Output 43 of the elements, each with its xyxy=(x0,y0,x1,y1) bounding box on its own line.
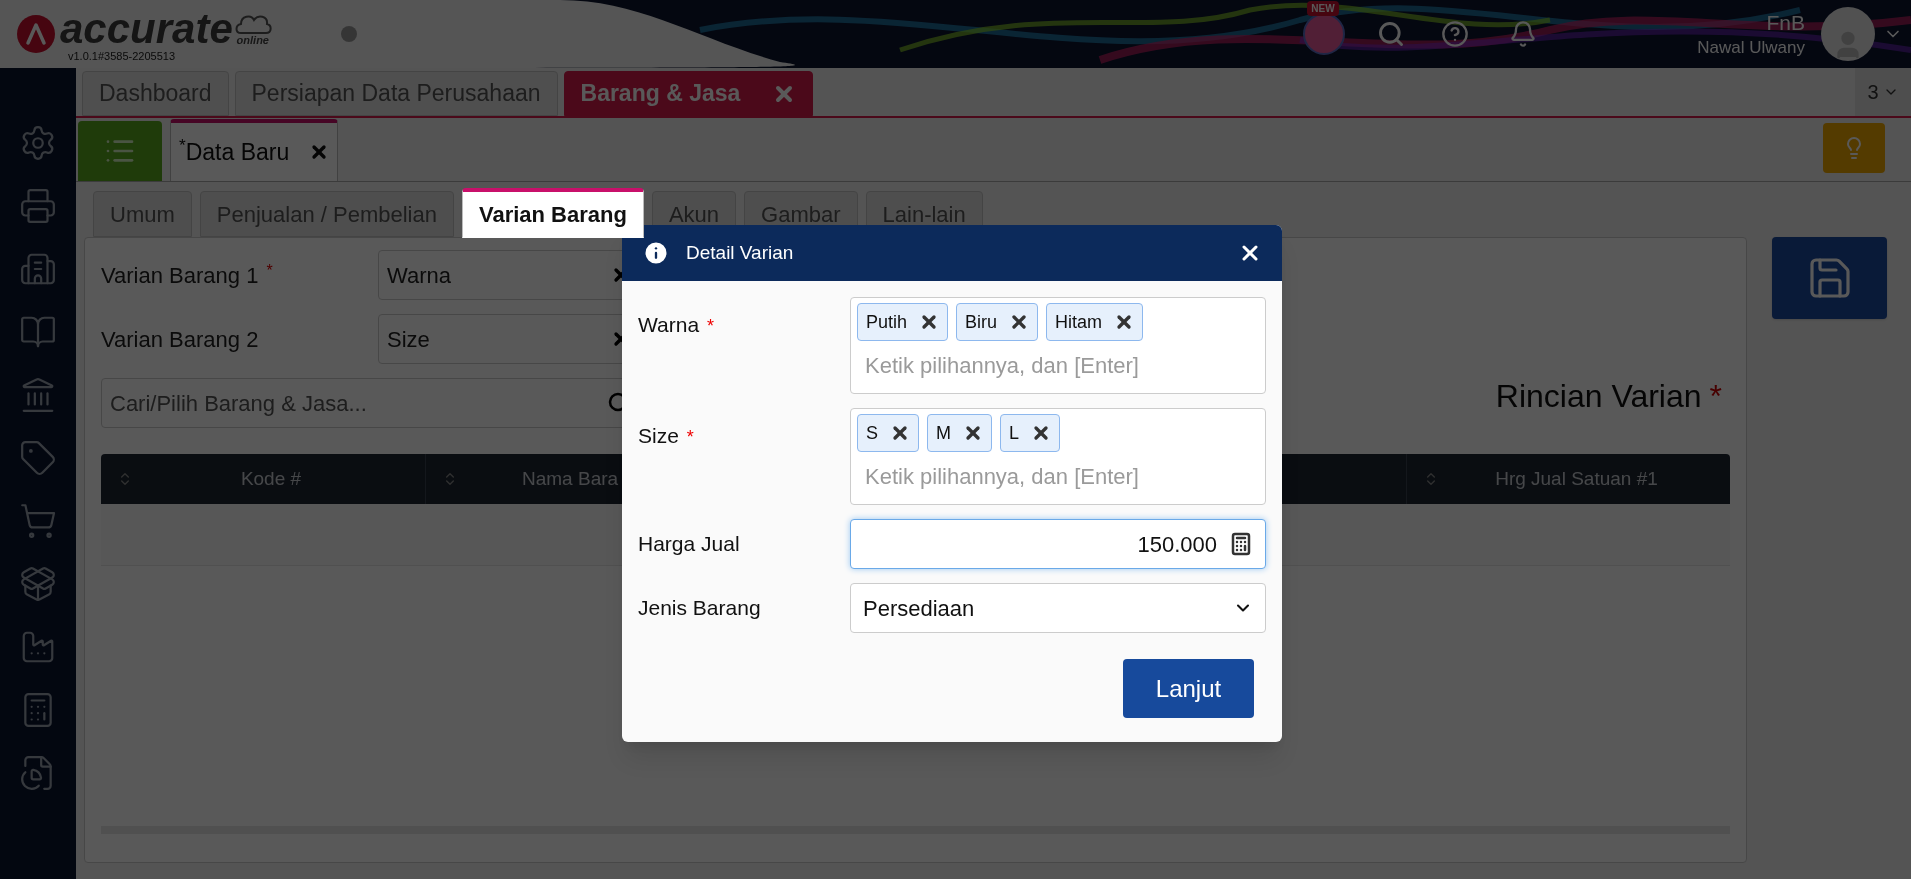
printer-icon[interactable] xyxy=(19,187,57,225)
continue-button[interactable]: Lanjut xyxy=(1123,659,1254,718)
logo-icon xyxy=(16,14,56,54)
logo-text: accurate xyxy=(60,6,233,51)
tab-count-dropdown[interactable]: 3 xyxy=(1855,68,1911,116)
field-label: Size * xyxy=(638,424,694,447)
field-label: Warna * xyxy=(638,313,715,336)
section-title: Rincian Varian * xyxy=(1495,377,1722,416)
tag-input-field[interactable]: Putih Biru Hitam Ketik pilihannya, dan [Enter] xyxy=(850,297,1266,394)
document-tab[interactable]: $^{*}$Data Baru xyxy=(170,119,339,181)
dialog-title: Detail Varian xyxy=(686,240,794,265)
main-tab[interactable]: Barang & Jasa xyxy=(563,71,814,116)
version-text: v1.0.1#3585-2205513 xyxy=(68,50,177,62)
tag-chip: Biru xyxy=(956,303,1039,341)
package-icon[interactable] xyxy=(19,565,57,603)
company-name: FnB xyxy=(1766,10,1805,37)
form-tab[interactable]: Varian Barang xyxy=(461,188,644,238)
info-icon xyxy=(642,239,670,267)
user-name: Nawal Ulwany xyxy=(1697,36,1805,58)
field-label: Harga Jual xyxy=(638,532,740,556)
remove-icon[interactable] xyxy=(890,423,910,443)
cart-icon[interactable] xyxy=(19,502,57,540)
logo-subtitle: online xyxy=(236,34,269,46)
field-label: Varian Barang 1 * xyxy=(101,260,274,290)
remove-icon[interactable] xyxy=(963,423,983,443)
field-label: Jenis Barang xyxy=(638,596,761,620)
price-tag-icon[interactable] xyxy=(19,439,57,477)
price-field[interactable]: 150.000 xyxy=(850,519,1266,569)
tag-input-field[interactable]: S M L Ketik pilihannya, dan [Enter] xyxy=(850,408,1266,505)
new-badge: NEW xyxy=(1307,1,1339,16)
tag-chip: S xyxy=(857,414,919,452)
save-button[interactable] xyxy=(1772,237,1887,319)
list-button[interactable] xyxy=(78,121,162,181)
field-label: Varian Barang 2 xyxy=(101,325,260,354)
dropdown-field[interactable]: Persediaan xyxy=(850,583,1266,633)
tag-chip: Putih xyxy=(857,303,949,341)
tag-chip: L xyxy=(1000,414,1061,452)
tips-button[interactable] xyxy=(1823,123,1885,173)
notification-icon[interactable] xyxy=(1509,20,1538,48)
tag-chip: M xyxy=(927,414,992,452)
help-icon[interactable] xyxy=(1441,20,1470,48)
calculator-icon[interactable] xyxy=(1229,532,1253,556)
tag-chip: Hitam xyxy=(1046,303,1144,341)
